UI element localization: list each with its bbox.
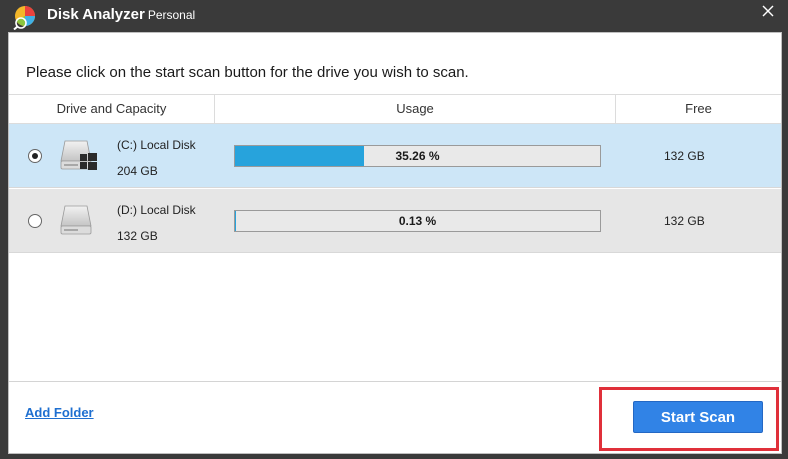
window-bottom-edge (0, 454, 788, 459)
close-button[interactable] (754, 0, 782, 22)
app-edition: Personal (147, 8, 196, 22)
start-scan-button[interactable]: Start Scan (633, 401, 763, 433)
windows-drive-icon (60, 140, 97, 170)
app-name: Disk Analyzer (47, 6, 145, 23)
drive-row-c[interactable]: (C:) Local Disk 204 GB 35.26 % 132 GB (9, 124, 781, 188)
drive-row-d[interactable]: (D:) Local Disk 132 GB 0.13 % 132 GB (9, 189, 781, 253)
drive-d-capacity: 132 GB (117, 229, 158, 243)
drive-c-capacity: 204 GB (117, 164, 158, 178)
drive-c-usage-label: 35.26 % (395, 149, 440, 163)
app-title: Disk Analyzer Personal (47, 6, 195, 23)
drive-icon (60, 205, 92, 235)
drive-d-free: 132 GB (664, 214, 705, 228)
instruction-text: Please click on the start scan button fo… (26, 64, 469, 81)
column-header-drive: Drive and Capacity (56, 101, 167, 116)
drive-c-usage-bar: 35.26 % (234, 145, 601, 167)
drive-d-usage-label: 0.13 % (398, 214, 437, 228)
column-header-free: Free (615, 95, 781, 123)
column-header-usage: Usage (214, 95, 615, 123)
table-header: Drive and Capacity Usage Free (9, 94, 781, 124)
add-folder-link[interactable]: Add Folder (25, 405, 94, 420)
app-logo-icon (13, 6, 35, 30)
title-bar: Disk Analyzer Personal (0, 0, 788, 32)
close-icon (762, 5, 774, 17)
drive-c-radio[interactable] (28, 149, 42, 163)
drive-d-radio[interactable] (28, 214, 42, 228)
drive-d-usage-bar: 0.13 % (234, 210, 601, 232)
drive-c-free: 132 GB (664, 149, 705, 163)
drive-c-name: (C:) Local Disk (117, 138, 196, 152)
drive-d-name: (D:) Local Disk (117, 203, 196, 217)
footer-divider (9, 381, 781, 382)
